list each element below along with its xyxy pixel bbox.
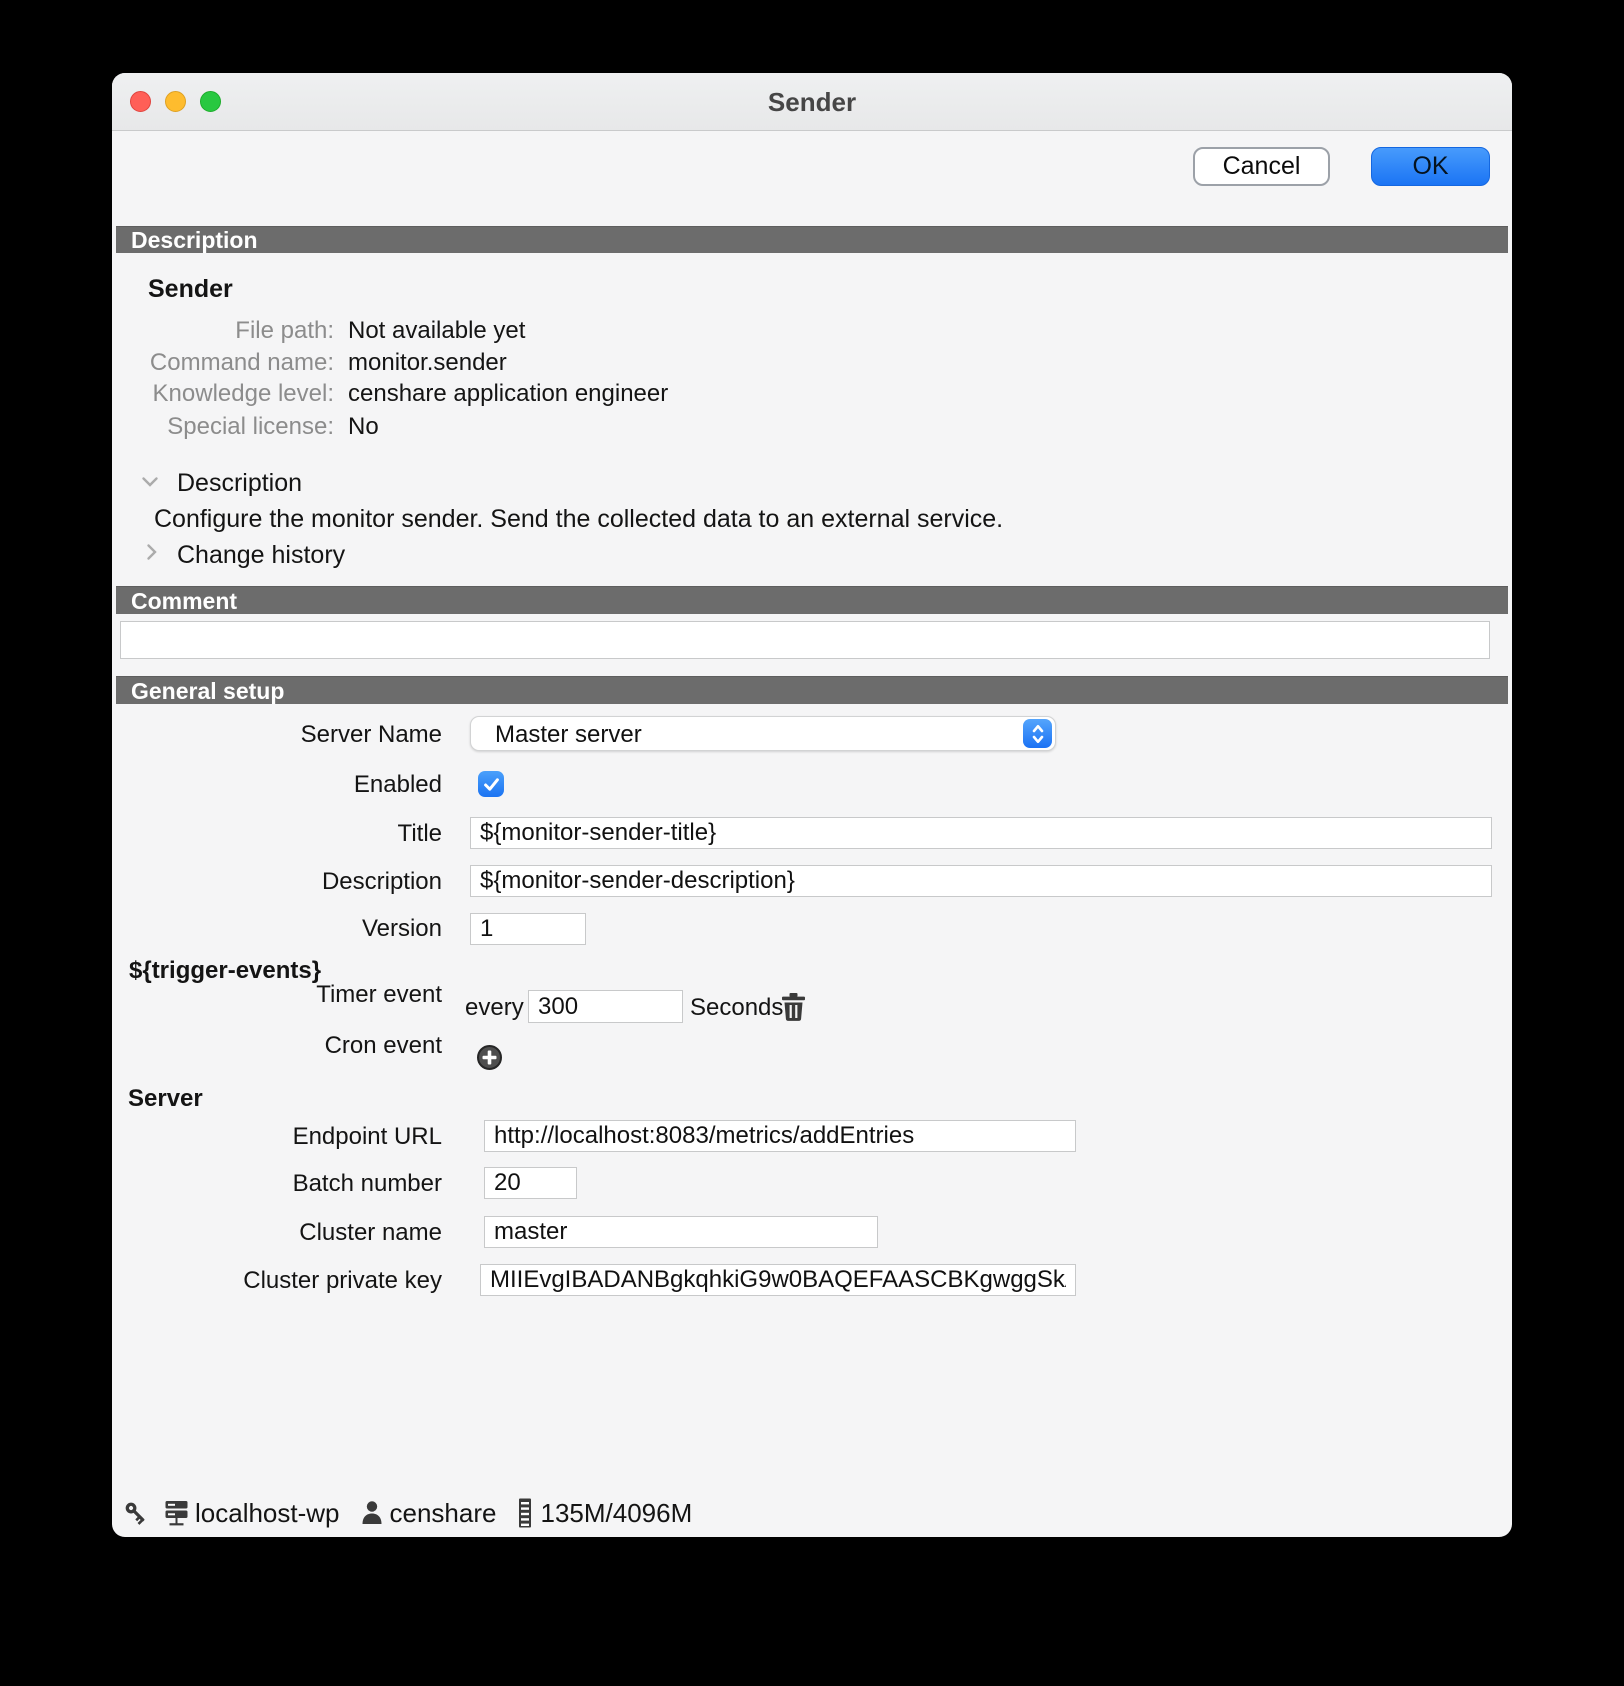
timer-event-prefix: every (465, 995, 524, 1021)
server-name-selected-value: Master server (495, 721, 642, 749)
timer-event-label: Timer event (112, 982, 442, 1008)
description-input[interactable] (470, 865, 1492, 897)
chevron-right-icon[interactable] (146, 543, 158, 561)
trigger-events-heading: ${trigger-events} (129, 958, 321, 984)
cluster-private-key-label: Cluster private key (112, 1268, 442, 1294)
command-name-label: Command name: (112, 350, 334, 376)
comment-input[interactable] (120, 621, 1490, 659)
cluster-name-input[interactable] (484, 1216, 878, 1248)
add-cron-event-icon[interactable] (476, 1044, 503, 1071)
ok-button[interactable]: OK (1371, 147, 1490, 186)
endpoint-url-label: Endpoint URL (112, 1124, 442, 1150)
user-icon (360, 1500, 384, 1526)
comment-section-header: Comment (116, 586, 1508, 614)
title-bar: Sender (112, 73, 1512, 131)
description-text: Configure the monitor sender. Send the c… (154, 506, 1003, 532)
change-history-toggle[interactable]: Change history (177, 542, 345, 568)
cron-event-label: Cron event (112, 1033, 442, 1059)
file-path-value: Not available yet (348, 318, 525, 344)
sender-dialog-window: Sender Cancel OK Description Sender File… (112, 73, 1512, 1537)
memory-usage: 135M/4096M (540, 1498, 692, 1529)
chevron-down-icon[interactable] (141, 476, 159, 488)
user-name: censhare (390, 1498, 497, 1529)
timer-interval-input[interactable] (528, 990, 683, 1023)
endpoint-url-input[interactable] (484, 1120, 1076, 1152)
special-license-label: Special license: (112, 414, 334, 440)
enabled-label: Enabled (112, 772, 442, 798)
description-field-label: Description (112, 869, 442, 895)
cancel-button[interactable]: Cancel (1193, 147, 1330, 186)
special-license-value: No (348, 414, 379, 440)
key-icon (122, 1499, 150, 1527)
command-name-value: monitor.sender (348, 350, 507, 376)
description-toggle[interactable]: Description (177, 470, 302, 496)
knowledge-level-label: Knowledge level: (112, 381, 334, 407)
checkmark-icon (482, 775, 501, 794)
server-heading: Server (128, 1086, 203, 1112)
file-path-label: File path: (112, 318, 334, 344)
enabled-checkbox[interactable] (478, 771, 504, 797)
batch-number-label: Batch number (112, 1171, 442, 1197)
cluster-name-label: Cluster name (112, 1220, 442, 1246)
server-name-label: Server Name (112, 722, 442, 748)
window-title: Sender (112, 87, 1512, 118)
host-name: localhost-wp (195, 1498, 340, 1529)
general-setup-section-header: General setup (116, 676, 1508, 704)
select-stepper-icon[interactable] (1023, 719, 1052, 748)
timer-event-unit: Seconds (690, 995, 783, 1021)
server-host-icon (164, 1499, 189, 1527)
version-label: Version (112, 916, 442, 942)
title-input[interactable] (470, 817, 1492, 849)
version-input[interactable] (470, 913, 586, 945)
batch-number-input[interactable] (484, 1167, 577, 1199)
cluster-private-key-input[interactable] (480, 1264, 1076, 1296)
delete-timer-event-icon[interactable] (780, 992, 807, 1022)
knowledge-level-value: censhare application engineer (348, 381, 668, 407)
server-name-select[interactable]: Master server (470, 716, 1056, 751)
status-bar: localhost-wp censhare 135M/4096M (122, 1495, 698, 1531)
description-section-header: Description (116, 226, 1508, 253)
command-name-heading: Sender (148, 276, 233, 302)
title-label: Title (112, 821, 442, 847)
memory-icon (516, 1497, 534, 1529)
